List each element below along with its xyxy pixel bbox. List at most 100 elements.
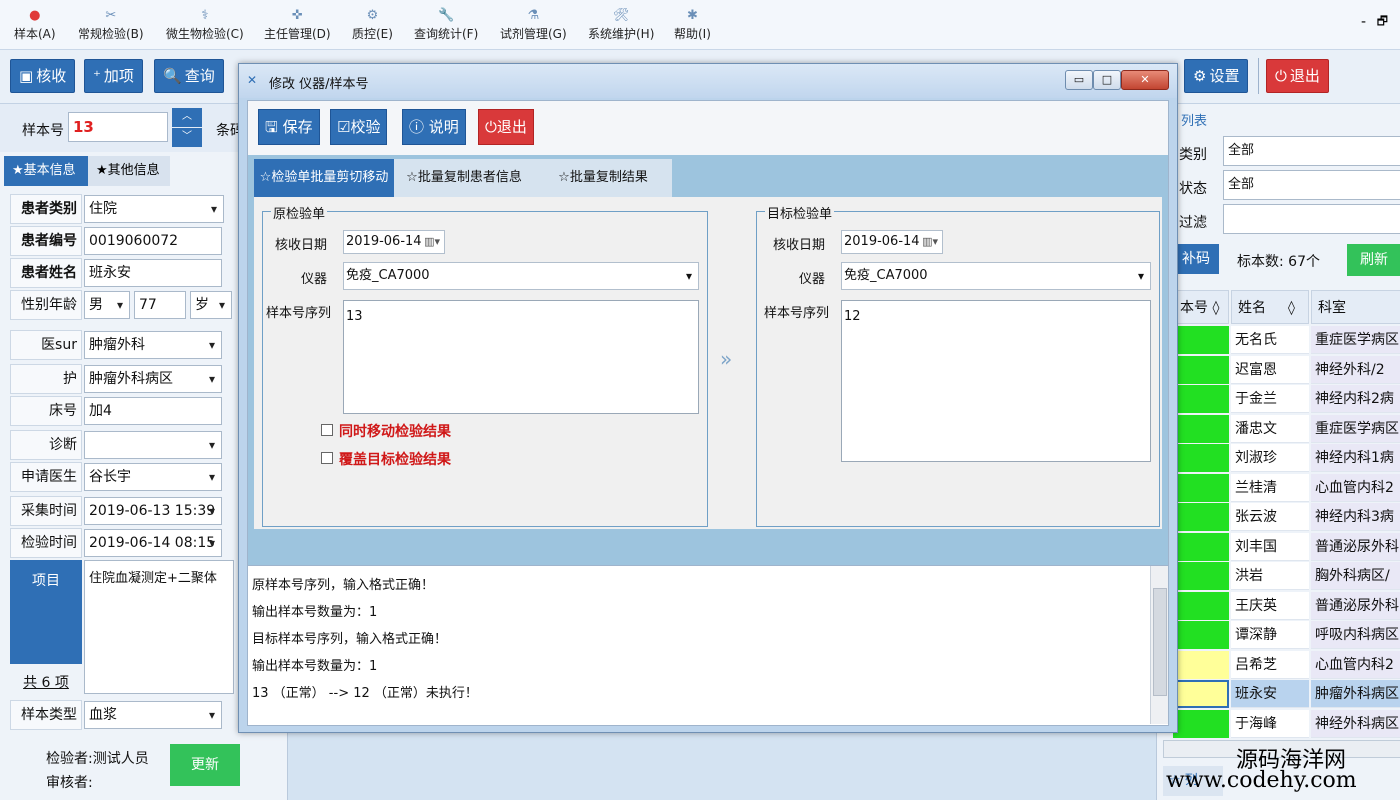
tab-batch-copy-patient[interactable]: ☆批量复制患者信息 (394, 159, 534, 197)
field-value[interactable]: 2019-06-13 15:39 (84, 497, 222, 525)
dialog-exit-button[interactable]: ⏻退出 (478, 109, 534, 145)
menu-item[interactable]: ⚗ 试剂管理(G) (500, 6, 567, 46)
table-row[interactable]: 迟富恩 神经外科/2 (1173, 355, 1400, 385)
minimize-icon[interactable]: - (1361, 14, 1366, 30)
table-row[interactable]: 张云波 神经内科3病 (1173, 503, 1400, 532)
target-seq-textarea[interactable]: 12 (841, 300, 1151, 462)
table-row[interactable]: 于海峰 神经外科病区 (1173, 709, 1400, 739)
dialog-close-button[interactable]: ✕ (1121, 70, 1169, 90)
qc-icon: ⚙ (366, 8, 379, 23)
field-row: 检验时间 2019-06-14 08:15 (10, 528, 222, 558)
field-row: 患者姓名 班永安 (10, 258, 222, 288)
name-cell: 于金兰 (1231, 385, 1309, 413)
table-row[interactable]: 谭深静 呼吸内科病区 (1173, 621, 1400, 650)
dialog-minimize-button[interactable]: ▭ (1065, 70, 1093, 90)
tab-basic-info[interactable]: ★基本信息 (4, 156, 88, 186)
table-row[interactable]: 潘忠文 重症医学病区 (1173, 414, 1400, 444)
refresh-button[interactable]: 刷新 (1347, 244, 1400, 276)
tab-other-info[interactable]: ★其他信息 (88, 156, 170, 186)
tab-batch-move[interactable]: ☆检验单批量剪切移动 (254, 159, 394, 197)
scroll-thumb[interactable] (1153, 588, 1167, 696)
items-total-link[interactable]: 共 6 项 (10, 672, 82, 692)
supplement-button[interactable]: 补码 (1173, 244, 1219, 274)
menu-item-label: 试剂管理(G) (500, 27, 567, 41)
field-value[interactable]: 肿瘤外科 (84, 331, 222, 359)
col-name[interactable]: 姓名 ◊ (1231, 290, 1309, 324)
spin-up-icon[interactable]: ︿ (172, 108, 202, 127)
dept-cell: 肿瘤外科病区 (1311, 680, 1400, 708)
table-row[interactable]: 无名氏 重症医学病区 (1173, 326, 1400, 355)
age-input[interactable]: 77 (134, 291, 186, 319)
table-row[interactable]: 兰桂清 心血管内科2 (1173, 473, 1400, 503)
age-unit-select[interactable]: 岁 (190, 291, 232, 319)
field-value[interactable]: 住院 (84, 195, 224, 223)
status-select[interactable]: 全部 (1223, 170, 1400, 200)
menu-item[interactable]: ✜ 主任管理(D) (264, 6, 331, 46)
spin-down-icon[interactable]: ﹀ (172, 128, 202, 147)
table-row[interactable]: 于金兰 神经内科2病 (1173, 385, 1400, 414)
log-scrollbar[interactable] (1150, 566, 1168, 724)
query-button[interactable]: 🔍 查询 (154, 59, 224, 93)
source-date-picker[interactable]: 2019-06-14 ▥▾ (343, 230, 445, 254)
table-row[interactable]: 吕希芝 心血管内科2 (1173, 650, 1400, 680)
source-instrument-select[interactable]: 免疫_CA7000 (343, 262, 699, 290)
table-row[interactable]: 刘淑珍 神经内科1病 (1173, 444, 1400, 473)
dept-cell: 心血管内科2 (1311, 473, 1400, 502)
target-instrument-select[interactable]: 免疫_CA7000 (841, 262, 1151, 290)
help-icon: ✱ (687, 8, 698, 23)
menu-item[interactable]: 🔧 查询统计(F) (414, 6, 478, 46)
status-cell (1173, 414, 1229, 443)
menu-item[interactable]: ● 样本(A) (14, 6, 56, 46)
update-button[interactable]: 更新 (170, 744, 240, 786)
field-value[interactable]: 加4 (84, 397, 222, 425)
dept-cell: 普通泌尿外科 (1311, 591, 1400, 620)
menu-item[interactable]: ✱ 帮助(I) (674, 6, 711, 46)
field-label: 患者类别 (10, 194, 82, 224)
move-results-checkbox[interactable] (321, 424, 333, 436)
field-value[interactable]: 肿瘤外科病区 (84, 365, 222, 393)
restore-icon[interactable]: 🗗 (1377, 12, 1388, 33)
overwrite-results-checkbox[interactable] (321, 452, 333, 464)
info-icon: ⓘ (409, 118, 425, 136)
field-label: 医sur (10, 330, 82, 360)
verify-button[interactable]: ☑校验 (330, 109, 388, 145)
menu-item[interactable]: ⚕ 微生物检验(C) (166, 6, 244, 46)
sort-icon: ◊ (1288, 300, 1295, 316)
name-cell: 无名氏 (1231, 326, 1309, 354)
receive-button[interactable]: ▣ 核收 (10, 59, 76, 93)
target-date-picker[interactable]: 2019-06-14 ▥▾ (841, 230, 943, 254)
source-seq-textarea[interactable]: 13 (343, 300, 699, 414)
table-row[interactable]: 王庆英 普通泌尿外科 (1173, 591, 1400, 621)
menu-item[interactable]: ⚙ 质控(E) (352, 6, 393, 46)
category-select[interactable]: 全部 (1223, 136, 1400, 166)
sample-number-input[interactable]: 13 (68, 112, 168, 142)
sample-type-row: 样本类型 血浆 (10, 700, 222, 730)
log-line: 13 （正常） --> 12 （正常）未执行！ (252, 686, 478, 701)
field-value[interactable] (84, 431, 222, 459)
save-button[interactable]: 🖫 保存 (258, 109, 320, 145)
table-row[interactable]: 刘丰国 普通泌尿外科 (1173, 532, 1400, 562)
sample-type-select[interactable]: 血浆 (84, 701, 222, 729)
menu-item[interactable]: 🛠 系统维护(H) (588, 6, 654, 46)
table-row[interactable]: 班永安 肿瘤外科病区 (1173, 680, 1400, 709)
field-value[interactable]: 2019-06-14 08:15 (84, 529, 222, 557)
name-cell: 吕希芝 (1231, 650, 1309, 679)
exit-button[interactable]: ⏻ 退出 (1266, 59, 1329, 93)
col-sample-no[interactable]: 本号 ◊ (1173, 290, 1229, 324)
menu-item[interactable]: ✂ 常规检验(B) (78, 6, 144, 46)
explain-button[interactable]: ⓘ 说明 (402, 109, 466, 145)
filter-input[interactable] (1223, 204, 1400, 234)
col-dept[interactable]: 科室 (1311, 290, 1400, 324)
items-textarea[interactable]: 住院血凝测定+二聚体 (84, 560, 234, 694)
field-value[interactable]: 班永安 (84, 259, 222, 287)
tab-batch-copy-result[interactable]: ☆批量复制结果 (534, 159, 672, 197)
list-title: 列表 (1181, 114, 1208, 129)
dialog-maximize-button[interactable]: □ (1093, 70, 1121, 90)
field-value[interactable]: 0019060072 (84, 227, 222, 255)
field-value[interactable]: 谷长宇 (84, 463, 222, 491)
sex-select[interactable]: 男 (84, 291, 130, 319)
settings-button[interactable]: ⚙ 设置 (1184, 59, 1249, 93)
routine-test-icon: ✂ (105, 8, 117, 23)
add-item-button[interactable]: ⁺ 加项 (84, 59, 143, 93)
table-row[interactable]: 洪岩 胸外科病区/ (1173, 562, 1400, 591)
